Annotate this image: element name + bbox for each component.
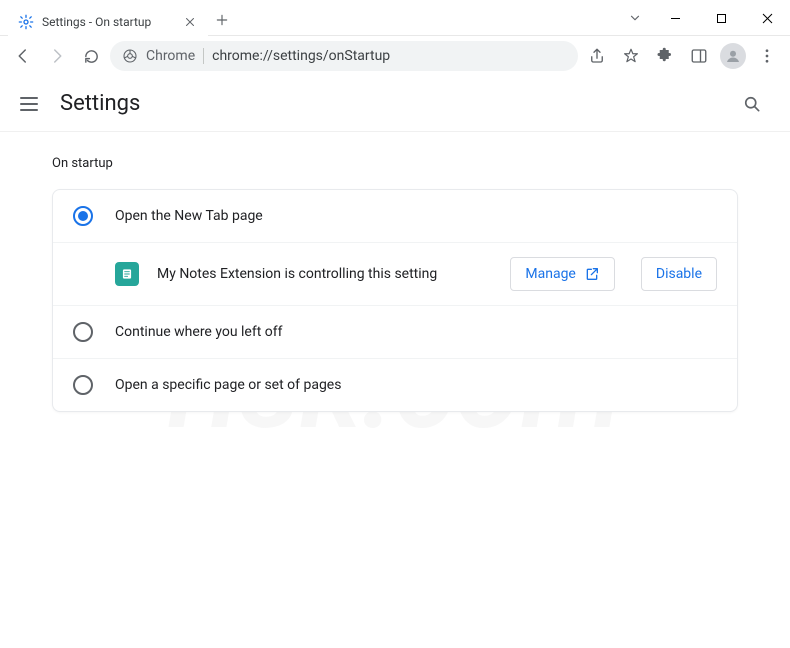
manage-button-label: Manage [525, 266, 575, 282]
extension-app-icon [115, 262, 139, 286]
radio-unselected-icon [73, 375, 93, 395]
menu-hamburger-icon[interactable] [20, 93, 42, 115]
settings-gear-icon [18, 14, 34, 30]
launch-external-icon [584, 266, 600, 282]
back-button[interactable] [8, 41, 38, 71]
omnibox-url: chrome://settings/onStartup [212, 48, 566, 64]
section-label: On startup [52, 156, 738, 171]
kebab-menu-icon[interactable] [752, 41, 782, 71]
disable-button[interactable]: Disable [641, 257, 717, 291]
close-tab-icon[interactable] [182, 14, 198, 30]
sidepanel-icon[interactable] [684, 41, 714, 71]
page-title: Settings [60, 91, 140, 116]
browser-toolbar: Chrome chrome://settings/onStartup [0, 36, 790, 76]
omnibox-divider [203, 48, 204, 64]
startup-options-card: Open the New Tab page My Notes Extension… [52, 189, 738, 412]
share-icon[interactable] [582, 41, 612, 71]
minimize-button[interactable] [652, 0, 698, 36]
option-continue-label: Continue where you left off [115, 324, 283, 340]
disable-button-label: Disable [656, 266, 702, 282]
option-specific[interactable]: Open a specific page or set of pages [53, 358, 737, 411]
extensions-puzzle-icon[interactable] [650, 41, 680, 71]
settings-content: On startup Open the New Tab page My Note… [0, 132, 790, 436]
extension-controlling-notice: My Notes Extension is controlling this s… [53, 242, 737, 305]
radio-selected-icon [73, 206, 93, 226]
option-specific-label: Open a specific page or set of pages [115, 377, 341, 393]
reload-button[interactable] [76, 41, 106, 71]
window-controls [652, 0, 790, 35]
forward-button[interactable] [42, 41, 72, 71]
bookmark-star-icon[interactable] [616, 41, 646, 71]
address-bar[interactable]: Chrome chrome://settings/onStartup [110, 41, 578, 71]
radio-unselected-icon [73, 322, 93, 342]
chrome-logo-icon [122, 48, 138, 64]
extension-notice-text: My Notes Extension is controlling this s… [157, 266, 492, 282]
new-tab-button[interactable] [208, 4, 236, 35]
profile-avatar[interactable] [718, 41, 748, 71]
option-continue[interactable]: Continue where you left off [53, 305, 737, 358]
window-titlebar: Settings - On startup [0, 0, 790, 36]
omnibox-chip: Chrome [146, 48, 195, 64]
search-icon[interactable] [734, 86, 770, 122]
manage-button[interactable]: Manage [510, 257, 614, 291]
maximize-button[interactable] [698, 0, 744, 36]
browser-tab[interactable]: Settings - On startup [8, 4, 208, 40]
option-new-tab-label: Open the New Tab page [115, 208, 263, 224]
settings-header: Settings [0, 76, 790, 132]
option-new-tab[interactable]: Open the New Tab page [53, 190, 737, 242]
tabs-dropdown-icon[interactable] [618, 0, 652, 35]
close-window-button[interactable] [744, 0, 790, 36]
tab-title: Settings - On startup [42, 15, 174, 29]
